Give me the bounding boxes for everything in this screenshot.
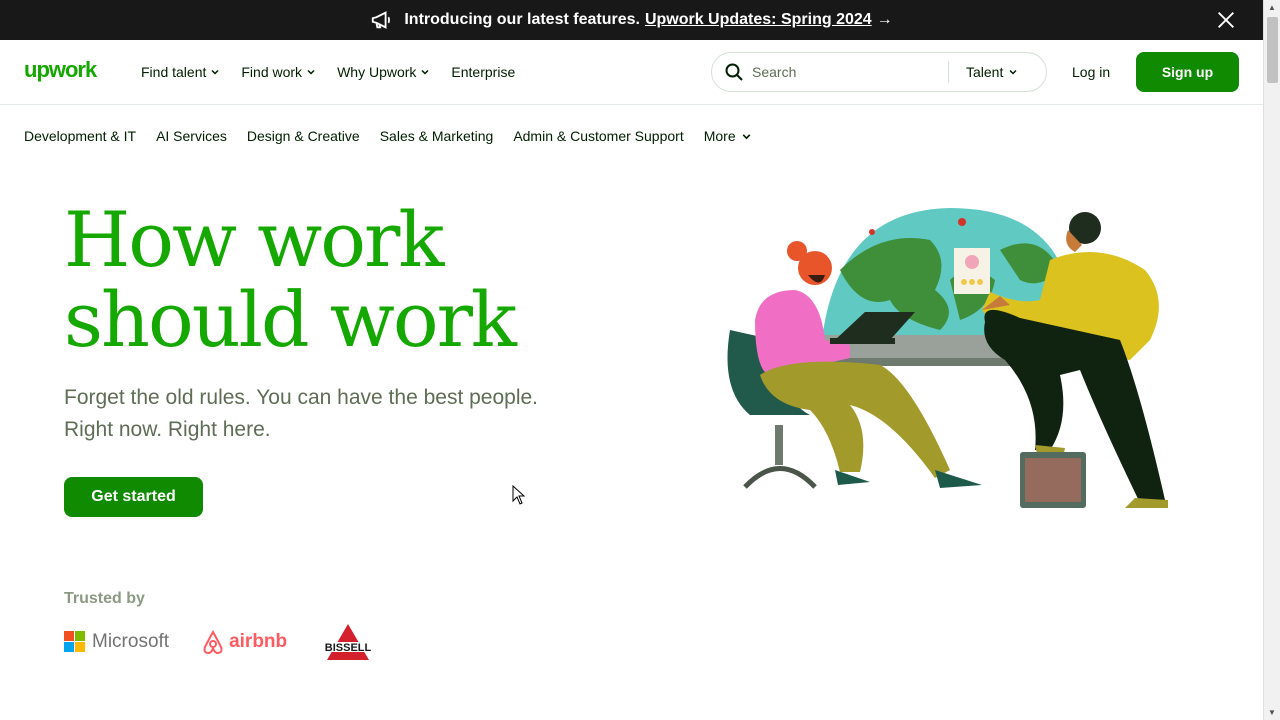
category-sales-marketing[interactable]: Sales & Marketing: [380, 128, 494, 144]
category-more[interactable]: More: [704, 128, 752, 144]
bissell-mark-icon: BISSELL: [319, 624, 378, 660]
trusted-logos: Microsoft airbnb BISSELL: [64, 622, 409, 662]
hero-subtitle-line1: Forget the old rules. You can have the b…: [64, 386, 539, 409]
nav-label: Find talent: [141, 64, 207, 80]
microsoft-wordmark: Microsoft: [92, 631, 170, 652]
airbnb-logo: airbnb: [201, 629, 287, 655]
search-scope-dropdown[interactable]: Talent: [966, 64, 1018, 80]
nav-find-talent[interactable]: Find talent: [141, 64, 220, 80]
scroll-down-icon[interactable]: ▼: [1268, 708, 1277, 717]
search-icon: [725, 63, 743, 81]
trusted-by-label: Trusted by: [64, 590, 145, 607]
airbnb-belo-icon: [203, 629, 223, 655]
nav-why-upwork[interactable]: Why Upwork: [337, 64, 430, 80]
nav-label: Enterprise: [451, 64, 516, 80]
chevron-down-icon: [211, 69, 219, 75]
site-header: upwork Find talent Find work Why Upwork …: [0, 40, 1263, 105]
get-started-button[interactable]: Get started: [64, 477, 203, 517]
category-ai-services[interactable]: AI Services: [156, 128, 227, 144]
scroll-up-icon[interactable]: ▲: [1268, 3, 1277, 12]
hero-title-line1: How work: [64, 195, 444, 284]
announcement-text: Introducing our latest features.: [404, 11, 640, 28]
microsoft-squares-icon: [64, 631, 85, 652]
chevron-down-icon: [307, 69, 315, 75]
category-development-it[interactable]: Development & IT: [24, 128, 136, 144]
announcement-link[interactable]: Upwork Updates: Spring 2024: [645, 11, 872, 29]
airbnb-wordmark: airbnb: [229, 631, 288, 652]
category-design-creative[interactable]: Design & Creative: [247, 128, 360, 144]
microsoft-logo: Microsoft: [64, 631, 169, 653]
chevron-down-icon: [421, 69, 429, 75]
search-bar: Talent: [711, 52, 1047, 92]
main-nav: Find talent Find work Why Upwork Enterpr…: [141, 40, 536, 104]
close-icon[interactable]: [1215, 9, 1237, 31]
hero-illustration: [727, 208, 1168, 508]
category-admin-support[interactable]: Admin & Customer Support: [513, 128, 683, 144]
arrow-right-icon[interactable]: →: [877, 11, 893, 29]
nav-find-work[interactable]: Find work: [241, 64, 316, 80]
category-nav: Development & IT AI Services Design & Cr…: [24, 128, 772, 144]
mouse-cursor-icon: [512, 485, 526, 505]
bissell-logo: BISSELL: [319, 622, 378, 662]
announcement-bar: Introducing our latest features. Upwork …: [0, 0, 1263, 40]
hero-title-line2: should work: [64, 275, 517, 364]
login-link[interactable]: Log in: [1072, 64, 1110, 80]
hero-title: How work should work: [64, 195, 517, 364]
scrollbar-thumb[interactable]: [1267, 17, 1278, 83]
nav-enterprise[interactable]: Enterprise: [451, 64, 515, 80]
megaphone-icon: [372, 11, 391, 29]
hero-subtitle: Forget the old rules. You can have the b…: [64, 382, 604, 446]
chevron-down-icon: [742, 133, 751, 139]
page-scrollbar[interactable]: ▲ ▼: [1263, 0, 1280, 720]
search-scope-label: Talent: [966, 64, 1004, 80]
svg-text:upwork: upwork: [24, 58, 98, 82]
svg-text:BISSELL: BISSELL: [325, 642, 372, 654]
nav-label: Why Upwork: [337, 64, 417, 80]
category-more-label: More: [703, 128, 736, 144]
upwork-logo[interactable]: upwork: [24, 58, 106, 84]
search-divider: [948, 61, 949, 83]
signup-button[interactable]: Sign up: [1136, 52, 1239, 92]
hero-subtitle-line2: Right now. Right here.: [64, 418, 271, 441]
search-input[interactable]: [752, 64, 942, 80]
chevron-down-icon: [1009, 69, 1017, 75]
nav-label: Find work: [241, 64, 303, 80]
